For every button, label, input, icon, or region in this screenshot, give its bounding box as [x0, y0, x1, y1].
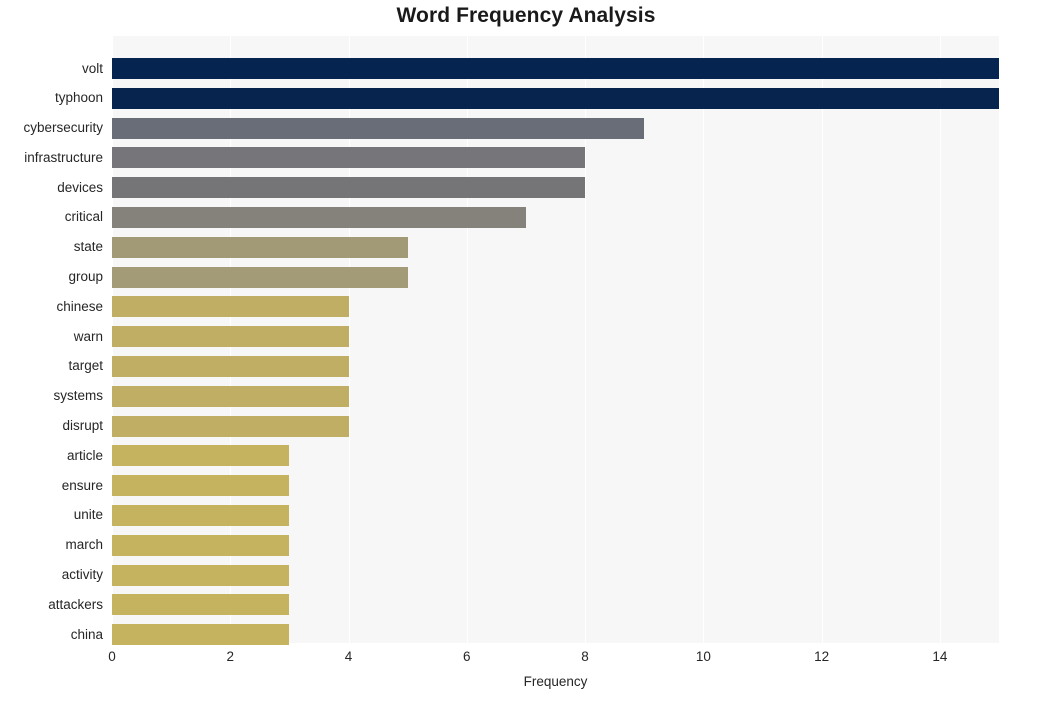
y-tick-label-state: state — [73, 239, 103, 255]
y-tick-label-target: target — [68, 358, 103, 374]
y-tick-label-article: article — [66, 447, 103, 463]
y-axis-tick-labels: volt typhoon cybersecurity infrastructure de… — [0, 36, 1052, 643]
x-axis-tick-labels: 0 2 4 6 8 10 12 14 — [0, 649, 1052, 671]
x-tick-label-14: 14 — [932, 649, 948, 664]
y-tick-label-ensure: ensure — [61, 477, 103, 493]
y-tick-label-infrastructure: infrastructure — [24, 149, 103, 165]
x-tick-label-0: 0 — [108, 649, 116, 664]
y-tick-label-china: china — [70, 626, 103, 642]
y-tick-label-systems: systems — [53, 388, 103, 404]
x-tick-label-8: 8 — [581, 649, 589, 664]
y-tick-label-chinese: chinese — [56, 298, 103, 314]
y-tick-label-typhoon: typhoon — [54, 90, 103, 106]
y-tick-label-disrupt: disrupt — [62, 418, 103, 434]
y-tick-label-cybersecurity: cybersecurity — [23, 120, 103, 136]
y-tick-label-march: march — [65, 537, 103, 553]
chart-figure: Word Frequency Analysis volt typhoon cyber… — [0, 0, 1052, 701]
y-tick-label-critical: critical — [64, 209, 103, 225]
x-axis-label: Frequency — [523, 674, 588, 689]
y-tick-label-warn: warn — [73, 328, 103, 344]
y-tick-label-devices: devices — [57, 179, 103, 195]
y-tick-label-unite: unite — [73, 507, 103, 523]
x-tick-label-4: 4 — [344, 649, 353, 664]
x-tick-label-2: 2 — [226, 649, 235, 664]
y-tick-label-activity: activity — [61, 567, 103, 583]
x-tick-label-6: 6 — [463, 649, 471, 664]
y-tick-label-volt: volt — [81, 60, 103, 76]
y-tick-label-attackers: attackers — [48, 596, 103, 612]
x-tick-label-10: 10 — [695, 649, 711, 664]
x-tick-label-12: 12 — [814, 649, 830, 664]
page-title: Word Frequency Analysis — [396, 4, 656, 27]
y-tick-label-group: group — [68, 269, 103, 285]
